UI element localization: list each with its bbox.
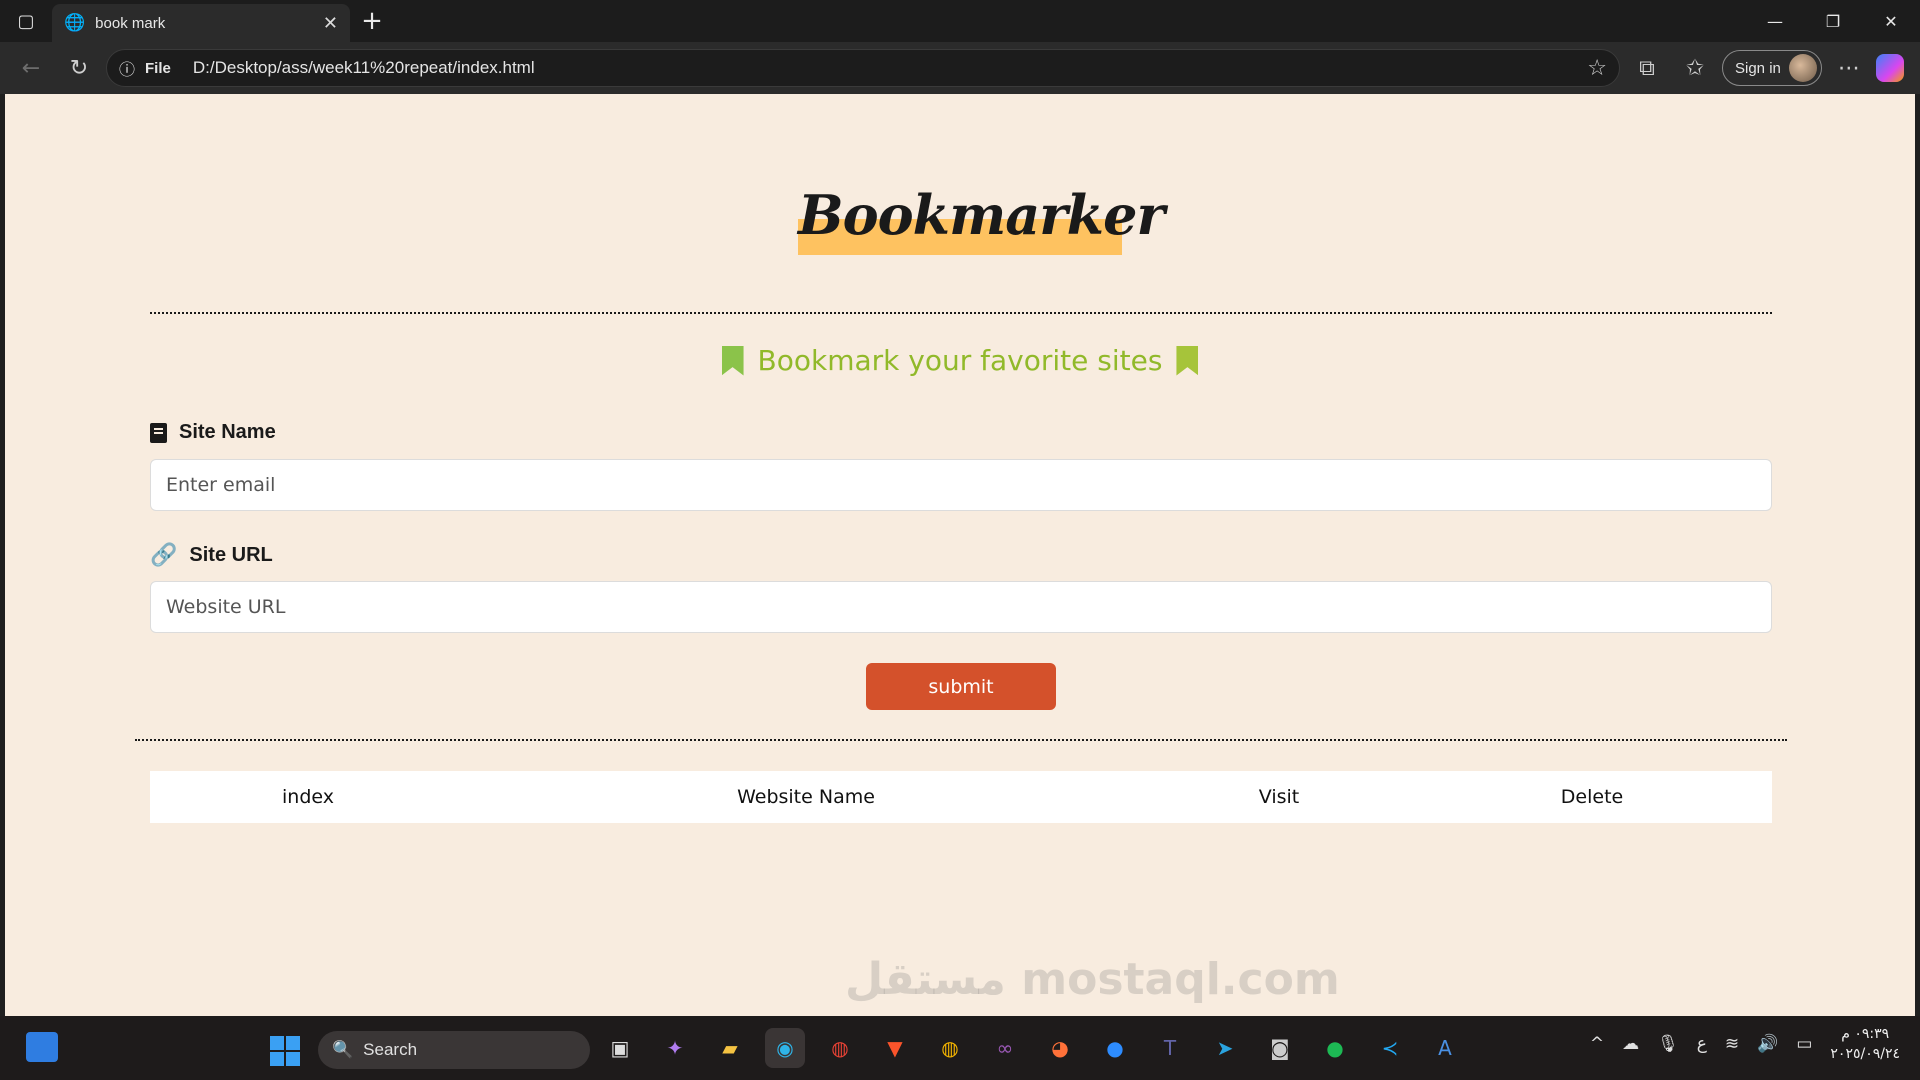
wifi-icon[interactable]: ≋	[1725, 1034, 1739, 1054]
clock[interactable]: ٠٩:٣٩ م ٢٠٢٥/٠٩/٢٤	[1830, 1024, 1900, 1064]
onedrive-icon[interactable]: ☁	[1622, 1034, 1639, 1054]
table-header-visit: Visit	[1258, 786, 1300, 808]
signin-button[interactable]: Sign in	[1722, 50, 1822, 86]
browser-toolbar: ← ↻ ⓘ File D:/Desktop/ass/week11%20repea…	[0, 42, 1920, 94]
app-store-icon[interactable]: A	[1425, 1028, 1465, 1068]
taskbar-search[interactable]: 🔍 Search	[318, 1031, 590, 1069]
file-explorer-icon[interactable]: ▰	[710, 1028, 750, 1068]
close-tab-icon[interactable]: ✕	[323, 13, 338, 34]
bookmark-icon	[1176, 345, 1199, 376]
site-name-label: Site Name	[150, 421, 276, 444]
battery-icon[interactable]: ▭	[1796, 1034, 1812, 1054]
restore-button[interactable]: ❐	[1804, 0, 1862, 42]
tab-actions-icon: ▢	[17, 10, 35, 32]
chrome-icon[interactable]: ◍	[820, 1028, 860, 1068]
table-header-website-name: Website Name	[737, 786, 875, 808]
back-button[interactable]: ←	[10, 48, 52, 88]
clock-date: ٢٠٢٥/٠٩/٢٤	[1830, 1046, 1900, 1062]
bottom-divider	[135, 739, 1787, 741]
camera-icon[interactable]: ◙	[1260, 1028, 1300, 1068]
address-url[interactable]: D:/Desktop/ass/week11%20repeat/index.htm…	[193, 58, 1577, 78]
clock-time: ٠٩:٣٩ م	[1841, 1026, 1890, 1042]
globe-icon: 🌐	[64, 13, 86, 33]
site-name-input[interactable]	[150, 459, 1772, 511]
start-button[interactable]	[270, 1036, 300, 1066]
chevron-up-icon[interactable]: ^	[1590, 1034, 1604, 1054]
site-url-label: 🔗 Site URL	[150, 543, 273, 568]
firefox-icon[interactable]: ◕	[1040, 1028, 1080, 1068]
search-icon: 🔍	[332, 1040, 354, 1059]
volume-icon[interactable]: 🔊	[1757, 1034, 1778, 1054]
page-subtitle: Bookmark your favorite sites	[5, 344, 1915, 377]
spotify-icon[interactable]: ●	[1315, 1028, 1355, 1068]
site-url-label-text: Site URL	[189, 544, 273, 566]
microphone-icon[interactable]: 🎙	[1657, 1034, 1679, 1054]
link-icon: 🔗	[150, 543, 178, 568]
taskbar: 🔍 Search ▣ ✦ ▰ ◉ ◍ ▼ ◍ ∞ ◕ ● T ➤ ◙ ● ≺ A…	[0, 1016, 1920, 1080]
infinity-app-icon[interactable]: ∞	[985, 1028, 1025, 1068]
close-window-button[interactable]: ✕	[1862, 0, 1920, 42]
minimize-button[interactable]: —	[1746, 0, 1804, 42]
zoom-icon[interactable]: ●	[1095, 1028, 1135, 1068]
system-tray: ^ ☁ 🎙 ع ≋ 🔊 ▭ ٠٩:٣٩ م ٢٠٢٥/٠٩/٢٤	[1590, 1024, 1900, 1064]
address-scheme-label: File	[145, 59, 171, 77]
favorite-star-icon[interactable]: ☆	[1587, 56, 1607, 81]
logo: Bookmarker	[798, 183, 1165, 255]
signin-label: Sign in	[1735, 59, 1781, 77]
bookmark-icon	[721, 345, 744, 376]
tab-actions-button[interactable]: ▢	[0, 0, 52, 42]
task-view-icon[interactable]: ▣	[600, 1028, 640, 1068]
page-viewport: Bookmarker Bookmark your favorite sites …	[5, 94, 1915, 1016]
taskbar-search-label: Search	[363, 1040, 418, 1059]
widgets-icon[interactable]	[26, 1032, 58, 1062]
teams-icon[interactable]: T	[1150, 1028, 1190, 1068]
book-icon	[150, 422, 167, 443]
table-header-index: index	[282, 786, 334, 808]
address-bar[interactable]: ⓘ File D:/Desktop/ass/week11%20repeat/in…	[106, 49, 1620, 87]
edge-icon[interactable]: ◉	[765, 1028, 805, 1068]
chrome-canary-icon[interactable]: ◍	[930, 1028, 970, 1068]
site-name-label-text: Site Name	[179, 421, 276, 443]
submit-button[interactable]: submit	[866, 663, 1056, 710]
taskbar-apps: ▣ ✦ ▰ ◉ ◍ ▼ ◍ ∞ ◕ ● T ➤ ◙ ● ≺ A	[600, 1028, 1465, 1068]
browser-tab[interactable]: 🌐 book mark ✕	[52, 4, 350, 42]
language-indicator-icon[interactable]: ع	[1697, 1034, 1707, 1054]
telegram-icon[interactable]: ➤	[1205, 1028, 1245, 1068]
table-header-delete: Delete	[1560, 786, 1624, 808]
copilot-app-icon[interactable]: ✦	[655, 1028, 695, 1068]
watermark: مستقل mostaql.com	[845, 954, 1340, 1005]
avatar	[1788, 54, 1817, 82]
extensions-button[interactable]: ⧉	[1626, 48, 1668, 88]
copilot-icon[interactable]	[1875, 54, 1904, 82]
top-divider	[150, 312, 1772, 314]
logo-text: Bookmarker	[798, 183, 1165, 247]
window-controls: — ❐ ✕	[1746, 0, 1920, 42]
bookmarks-table-header: index Website Name Visit Delete	[150, 771, 1772, 823]
brave-icon[interactable]: ▼	[875, 1028, 915, 1068]
subtitle-text: Bookmark your favorite sites	[757, 344, 1163, 377]
site-url-input[interactable]	[150, 581, 1772, 633]
tab-title: book mark	[95, 14, 166, 32]
favorites-button[interactable]: ✩	[1674, 48, 1716, 88]
more-menu-button[interactable]: ⋯	[1828, 48, 1870, 88]
browser-titlebar: ▢ 🌐 book mark ✕ + — ❐ ✕	[0, 0, 1920, 42]
new-tab-button[interactable]: +	[350, 0, 394, 42]
vscode-icon[interactable]: ≺	[1370, 1028, 1410, 1068]
info-icon[interactable]: ⓘ	[119, 56, 135, 80]
reload-button[interactable]: ↻	[58, 48, 100, 88]
